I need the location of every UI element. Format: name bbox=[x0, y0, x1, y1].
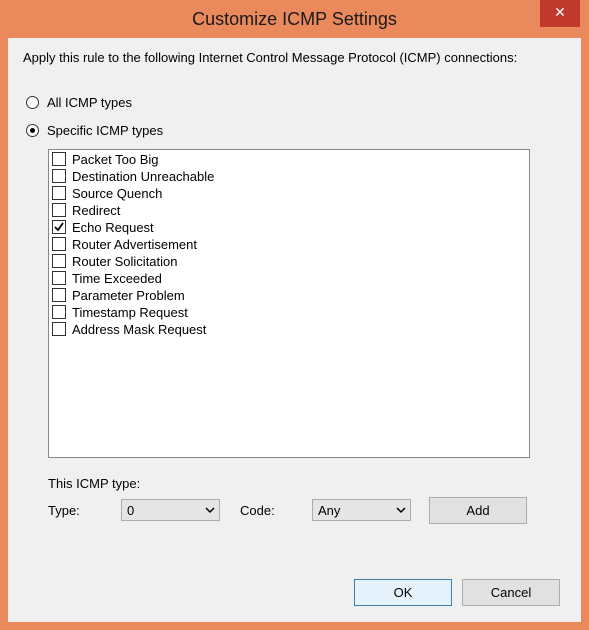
this-icmp-type-heading: This ICMP type: bbox=[48, 476, 141, 491]
checkbox[interactable] bbox=[52, 203, 66, 217]
close-button[interactable]: ✕ bbox=[540, 0, 580, 27]
dialog-window: Customize ICMP Settings ✕ Apply this rul… bbox=[0, 0, 589, 630]
list-item[interactable]: Parameter Problem bbox=[52, 287, 522, 304]
window-title: Customize ICMP Settings bbox=[192, 9, 397, 29]
radio-button[interactable] bbox=[26, 96, 39, 109]
list-item[interactable]: Router Solicitation bbox=[52, 253, 522, 270]
list-item[interactable]: Destination Unreachable bbox=[52, 168, 522, 185]
list-item-label: Address Mask Request bbox=[72, 322, 207, 337]
list-item-label: Time Exceeded bbox=[72, 271, 162, 286]
close-icon: ✕ bbox=[554, 5, 566, 21]
ok-button[interactable]: OK bbox=[354, 579, 452, 606]
intro-text: Apply this rule to the following Interne… bbox=[23, 50, 518, 65]
radio-label: All ICMP types bbox=[47, 95, 133, 110]
checkbox[interactable] bbox=[52, 237, 66, 251]
dialog-client-area: Apply this rule to the following Interne… bbox=[8, 38, 581, 622]
list-item-label: Source Quench bbox=[72, 186, 163, 201]
chevron-down-icon bbox=[205, 507, 215, 514]
checkbox[interactable] bbox=[52, 288, 66, 302]
radio-selected-dot bbox=[30, 128, 35, 133]
checkbox-checked[interactable] bbox=[52, 220, 66, 234]
list-item-label: Router Solicitation bbox=[72, 254, 178, 269]
checkbox[interactable] bbox=[52, 186, 66, 200]
add-button[interactable]: Add bbox=[429, 497, 527, 524]
list-item[interactable]: Packet Too Big bbox=[52, 151, 522, 168]
list-item[interactable]: Time Exceeded bbox=[52, 270, 522, 287]
icmp-types-list[interactable]: Packet Too Big Destination Unreachable S… bbox=[48, 149, 530, 458]
code-select-value: Any bbox=[318, 503, 341, 518]
type-select[interactable]: 0 bbox=[121, 499, 220, 521]
type-label: Type: bbox=[48, 503, 80, 518]
chevron-down-icon bbox=[396, 507, 406, 514]
checkbox[interactable] bbox=[52, 271, 66, 285]
checkbox[interactable] bbox=[52, 322, 66, 336]
list-item-label: Packet Too Big bbox=[72, 152, 159, 167]
list-item[interactable]: Redirect bbox=[52, 202, 522, 219]
list-item[interactable]: Address Mask Request bbox=[52, 321, 522, 338]
list-item[interactable]: Source Quench bbox=[52, 185, 522, 202]
list-item-label: Router Advertisement bbox=[72, 237, 198, 252]
code-select[interactable]: Any bbox=[312, 499, 411, 521]
type-select-value: 0 bbox=[127, 503, 135, 518]
checkbox[interactable] bbox=[52, 254, 66, 268]
cancel-button[interactable]: Cancel bbox=[462, 579, 560, 606]
list-item-label: Parameter Problem bbox=[72, 288, 185, 303]
list-item-label: Echo Request bbox=[72, 220, 154, 235]
list-item[interactable]: Timestamp Request bbox=[52, 304, 522, 321]
list-item-label: Redirect bbox=[72, 203, 121, 218]
list-item[interactable]: Echo Request bbox=[52, 219, 522, 236]
checkmark-icon bbox=[54, 222, 64, 232]
list-item-label: Timestamp Request bbox=[72, 305, 188, 320]
checkbox[interactable] bbox=[52, 169, 66, 183]
list-item-label: Destination Unreachable bbox=[72, 169, 215, 184]
code-label: Code: bbox=[240, 503, 275, 518]
radio-button[interactable] bbox=[26, 124, 39, 137]
checkbox[interactable] bbox=[52, 152, 66, 166]
radio-label: Specific ICMP types bbox=[47, 123, 164, 138]
checkbox[interactable] bbox=[52, 305, 66, 319]
list-item[interactable]: Router Advertisement bbox=[52, 236, 522, 253]
